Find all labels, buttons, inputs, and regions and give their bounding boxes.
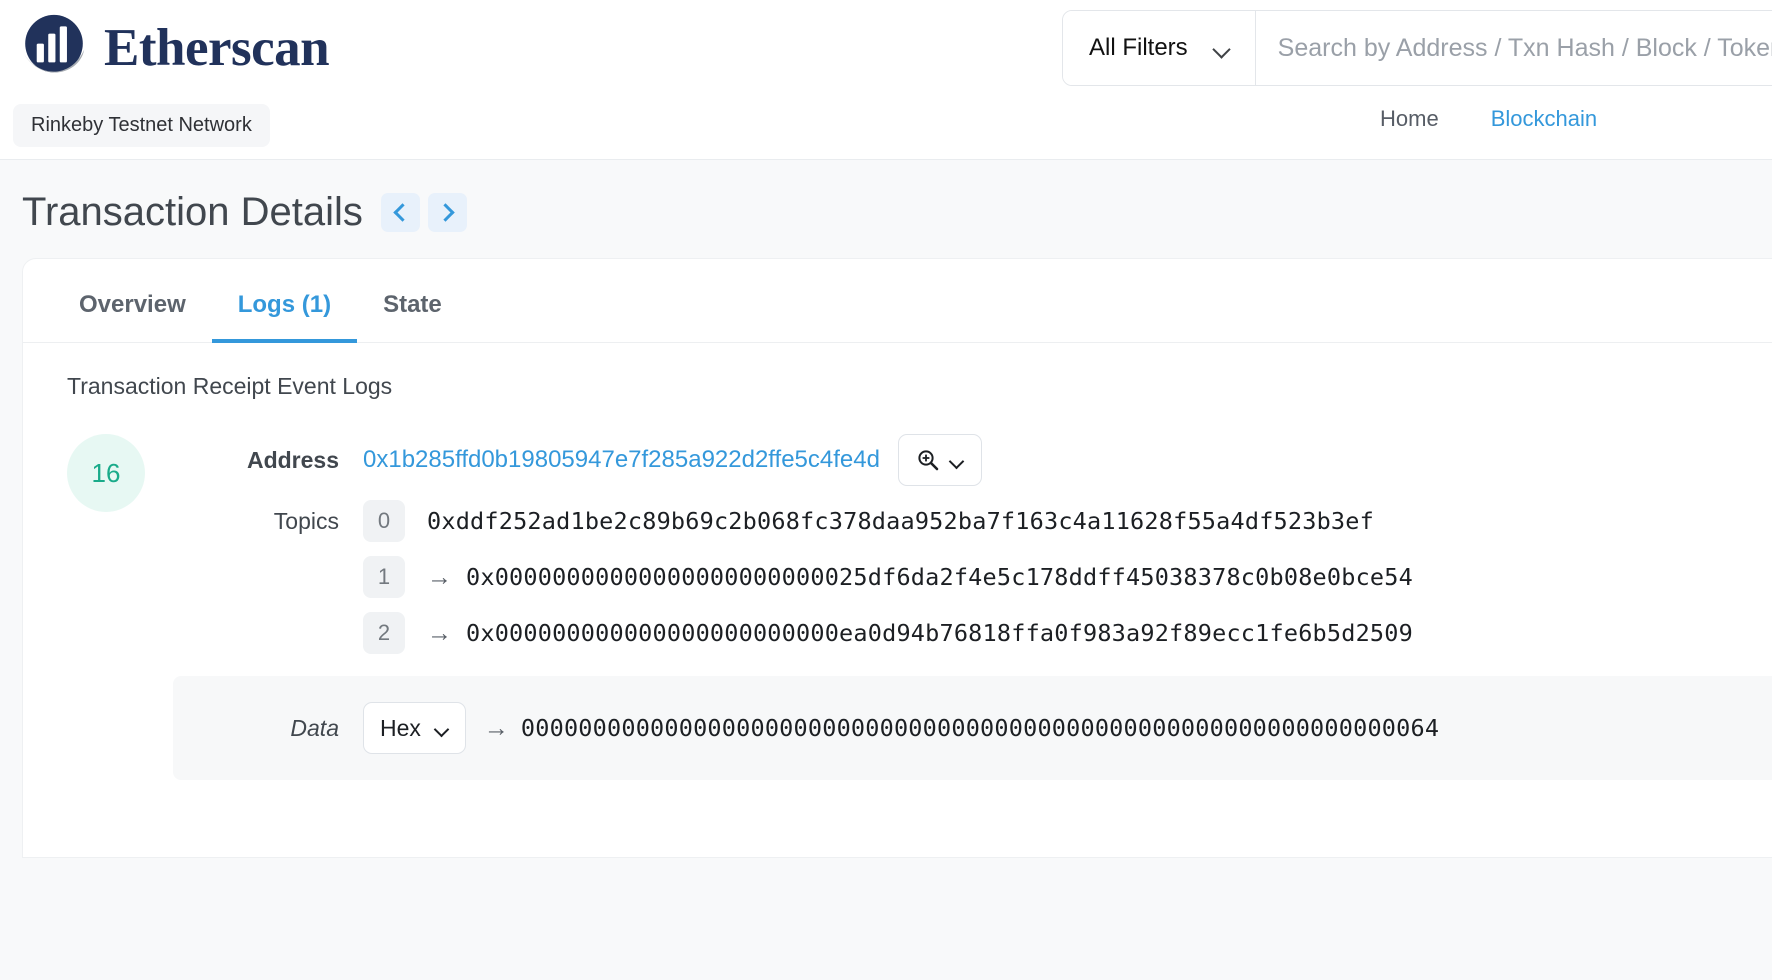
all-filters-label: All Filters: [1089, 34, 1188, 61]
search-input[interactable]: [1255, 11, 1772, 85]
event-logs-heading: Transaction Receipt Event Logs: [67, 373, 393, 399]
log-address-row: Address 0x1b285ffd0b19805947e7f285a922d2…: [173, 434, 1772, 486]
log-address-link[interactable]: 0x1b285ffd0b19805947e7f285a922d2ffe5c4fe…: [363, 446, 880, 474]
network-badge: Rinkeby Testnet Network: [13, 104, 270, 147]
next-transaction-button[interactable]: [427, 192, 467, 232]
etherscan-logo-icon: [23, 14, 85, 73]
chevron-down-icon: [1214, 43, 1231, 53]
topics-label: Topics: [273, 507, 339, 534]
tab-logs[interactable]: Logs (1): [211, 281, 358, 343]
data-format-label: Hex: [380, 714, 421, 741]
log-topic-row: 1 → 0x00000000000000000000000025df6da2f4…: [173, 556, 1772, 598]
all-filters-dropdown[interactable]: All Filters: [1063, 11, 1256, 85]
tab-bar: Overview Logs (1) State: [23, 259, 1772, 343]
address-label: Address: [246, 446, 339, 473]
log-entry: 16 Address 0x1b285ffd0b19805947e7f285a92…: [23, 400, 1772, 780]
nav-item-blockchain[interactable]: Blockchain: [1491, 106, 1597, 132]
nav-item-home[interactable]: Home: [1380, 106, 1439, 132]
top-navigation: Home Blockchain: [1380, 106, 1597, 132]
txn-pager: [380, 192, 467, 232]
topic-index-badge: 0: [363, 500, 405, 542]
search-bar: All Filters: [1062, 10, 1772, 86]
chevron-down-icon: [950, 456, 964, 465]
topic-index-badge: 2: [363, 612, 405, 654]
chevron-down-icon: [435, 724, 449, 733]
log-topics-row: Topics 0 0xddf252ad1be2c89b69c2b068fc378…: [173, 500, 1772, 542]
transaction-card: Overview Logs (1) State Transaction Rece…: [22, 258, 1772, 858]
previous-transaction-button[interactable]: [380, 192, 420, 232]
brand-name: Etherscan: [104, 18, 330, 77]
topic-index-badge: 1: [363, 556, 405, 598]
topic-value: 0x000000000000000000000000ea0d94b76818ff…: [466, 619, 1413, 647]
page-title: Transaction Details: [22, 190, 363, 234]
chevron-right-icon: [436, 202, 455, 222]
arrow-right-icon: →: [483, 713, 509, 742]
tab-overview[interactable]: Overview: [53, 281, 212, 343]
magnifier-plus-icon: [918, 450, 939, 471]
tab-state[interactable]: State: [357, 281, 468, 343]
address-lookup-dropdown[interactable]: [897, 434, 982, 486]
brand-logo-link[interactable]: Etherscan: [18, 12, 330, 84]
page-header: Transaction Details: [0, 160, 1772, 258]
arrow-right-icon: →: [427, 562, 452, 591]
topic-value: 0x00000000000000000000000025df6da2f4e5c1…: [466, 563, 1413, 591]
log-index-badge: 16: [67, 434, 145, 512]
data-label: Data: [290, 714, 339, 741]
data-value: 0000000000000000000000000000000000000000…: [520, 714, 1440, 742]
log-topic-row: 2 → 0x000000000000000000000000ea0d94b768…: [173, 612, 1772, 654]
site-header: Etherscan Rinkeby Testnet Network All Fi…: [0, 0, 1772, 160]
page-body: Transaction Details Overview Logs (1) St…: [0, 160, 1772, 980]
log-entry-body: Address 0x1b285ffd0b19805947e7f285a922d2…: [145, 434, 1772, 780]
arrow-right-icon: →: [427, 618, 452, 647]
topic-value: 0xddf252ad1be2c89b69c2b068fc378daa952ba7…: [427, 507, 1374, 535]
log-data-row: Data Hex → 00000000000000000000000000000…: [173, 676, 1772, 780]
data-format-dropdown[interactable]: Hex: [363, 702, 466, 754]
chevron-left-icon: [393, 202, 412, 222]
